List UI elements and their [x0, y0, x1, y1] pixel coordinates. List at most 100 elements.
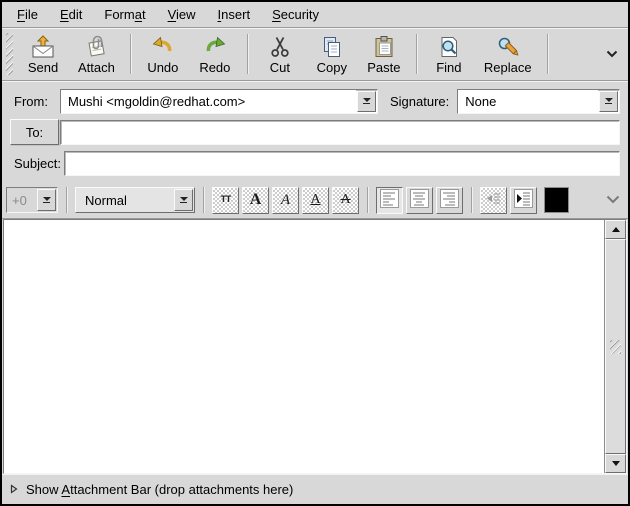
toolbar-separator — [130, 34, 131, 74]
to-input[interactable] — [60, 120, 620, 145]
toolbar-overflow-button[interactable] — [602, 45, 622, 63]
find-icon — [437, 35, 461, 59]
arrow-down-icon — [612, 461, 620, 466]
attachment-bar-expander[interactable]: Show Attachment Bar (drop attachments he… — [2, 474, 628, 504]
from-dropdown-arrow[interactable] — [357, 91, 376, 112]
find-label: Find — [436, 60, 461, 75]
font-size-dropdown-arrow[interactable] — [37, 189, 56, 211]
copy-label: Copy — [317, 60, 347, 75]
align-left-icon — [380, 189, 399, 211]
indent-icon — [514, 189, 533, 211]
format-separator — [471, 187, 472, 213]
message-body-area — [3, 219, 627, 474]
strikethrough-icon: A — [340, 192, 350, 208]
format-separator — [367, 187, 368, 213]
font-size-value: +0 — [7, 188, 36, 212]
menu-security[interactable]: Security — [261, 3, 330, 26]
paste-label: Paste — [367, 60, 400, 75]
indent-button[interactable] — [510, 187, 537, 214]
toolbar-separator — [247, 34, 248, 74]
subject-row: Subject: — [10, 150, 620, 176]
copy-button[interactable]: Copy — [306, 31, 358, 77]
align-center-icon — [410, 189, 429, 211]
menu-format[interactable]: Format — [93, 3, 156, 26]
scrollbar-thumb[interactable] — [605, 239, 626, 454]
typewriter-icon: TT — [220, 195, 230, 206]
paragraph-style-dropdown-arrow[interactable] — [174, 189, 193, 211]
send-button[interactable]: Send — [17, 31, 69, 77]
chevron-down-icon — [606, 191, 620, 209]
send-label: Send — [28, 60, 58, 75]
paste-icon — [372, 35, 396, 59]
replace-button[interactable]: Replace — [475, 31, 541, 77]
message-body-editor[interactable] — [4, 220, 605, 473]
paragraph-style-value: Normal — [76, 188, 173, 212]
align-right-icon — [440, 189, 459, 211]
subject-label: Subject: — [10, 156, 64, 171]
arrow-down-icon — [605, 98, 613, 102]
attach-label: Attach — [78, 60, 115, 75]
bold-toggle-button[interactable]: A — [242, 187, 269, 214]
subject-input[interactable] — [64, 151, 620, 176]
align-right-button[interactable] — [436, 187, 463, 214]
format-toolbar: +0 Normal TT A A A A — [2, 182, 628, 219]
undo-icon — [151, 35, 175, 59]
to-button[interactable]: To: — [10, 119, 59, 145]
body-scrollbar[interactable] — [605, 220, 626, 473]
attachment-bar-label: Show Attachment Bar (drop attachments he… — [26, 482, 293, 497]
toolbar-separator — [416, 34, 417, 74]
italic-toggle-button[interactable]: A — [272, 187, 299, 214]
arrow-up-icon — [612, 227, 620, 232]
arrow-down-icon — [363, 98, 371, 102]
expander-triangle-icon — [10, 482, 18, 497]
signature-dropdown[interactable]: None — [457, 89, 620, 114]
menu-edit[interactable]: Edit — [49, 3, 93, 26]
to-row: To: — [10, 119, 620, 145]
toolbar-grip[interactable] — [6, 33, 13, 75]
cut-button[interactable]: Cut — [254, 31, 306, 77]
redo-label: Redo — [199, 60, 230, 75]
find-button[interactable]: Find — [423, 31, 475, 77]
underline-icon: A — [310, 192, 320, 208]
paragraph-style-dropdown[interactable]: Normal — [75, 187, 195, 213]
cut-icon — [268, 35, 292, 59]
message-headers: From: Mushi <mgoldin@redhat.com> Signatu… — [2, 81, 628, 182]
from-value: Mushi <mgoldin@redhat.com> — [61, 90, 356, 113]
scroll-up-button[interactable] — [605, 220, 626, 239]
main-toolbar: Send Attach Undo Redo Cut — [2, 28, 628, 81]
format-separator — [66, 187, 67, 213]
toolbar-separator — [547, 34, 548, 74]
undo-button[interactable]: Undo — [137, 31, 189, 77]
redo-icon — [203, 35, 227, 59]
unindent-icon — [484, 189, 503, 211]
signature-label: Signature: — [390, 94, 449, 109]
scroll-down-button[interactable] — [605, 454, 626, 473]
scrollbar-grip — [610, 340, 621, 354]
menu-file[interactable]: File — [6, 3, 49, 26]
format-overflow-button[interactable] — [606, 191, 622, 209]
from-dropdown[interactable]: Mushi <mgoldin@redhat.com> — [60, 89, 378, 114]
copy-icon — [320, 35, 344, 59]
text-color-swatch[interactable] — [544, 187, 569, 213]
italic-icon: A — [281, 192, 290, 209]
attach-button[interactable]: Attach — [69, 31, 124, 77]
replace-icon — [496, 35, 520, 59]
paste-button[interactable]: Paste — [358, 31, 410, 77]
from-label: From: — [10, 94, 60, 109]
align-left-button[interactable] — [376, 187, 403, 214]
typewriter-toggle-button[interactable]: TT — [212, 187, 239, 214]
attach-icon — [84, 35, 108, 59]
underline-toggle-button[interactable]: A — [302, 187, 329, 214]
menu-insert[interactable]: Insert — [207, 3, 262, 26]
unindent-button[interactable] — [480, 187, 507, 214]
compose-mail-window: File Edit Format View Insert Security Se… — [0, 0, 630, 506]
format-separator — [203, 187, 204, 213]
font-size-dropdown[interactable]: +0 — [6, 187, 58, 213]
signature-dropdown-arrow[interactable] — [599, 91, 618, 112]
arrow-down-icon — [43, 197, 51, 201]
align-center-button[interactable] — [406, 187, 433, 214]
strikethrough-toggle-button[interactable]: A — [332, 187, 359, 214]
redo-button[interactable]: Redo — [189, 31, 241, 77]
chevron-down-icon — [606, 45, 618, 63]
menu-view[interactable]: View — [157, 3, 207, 26]
